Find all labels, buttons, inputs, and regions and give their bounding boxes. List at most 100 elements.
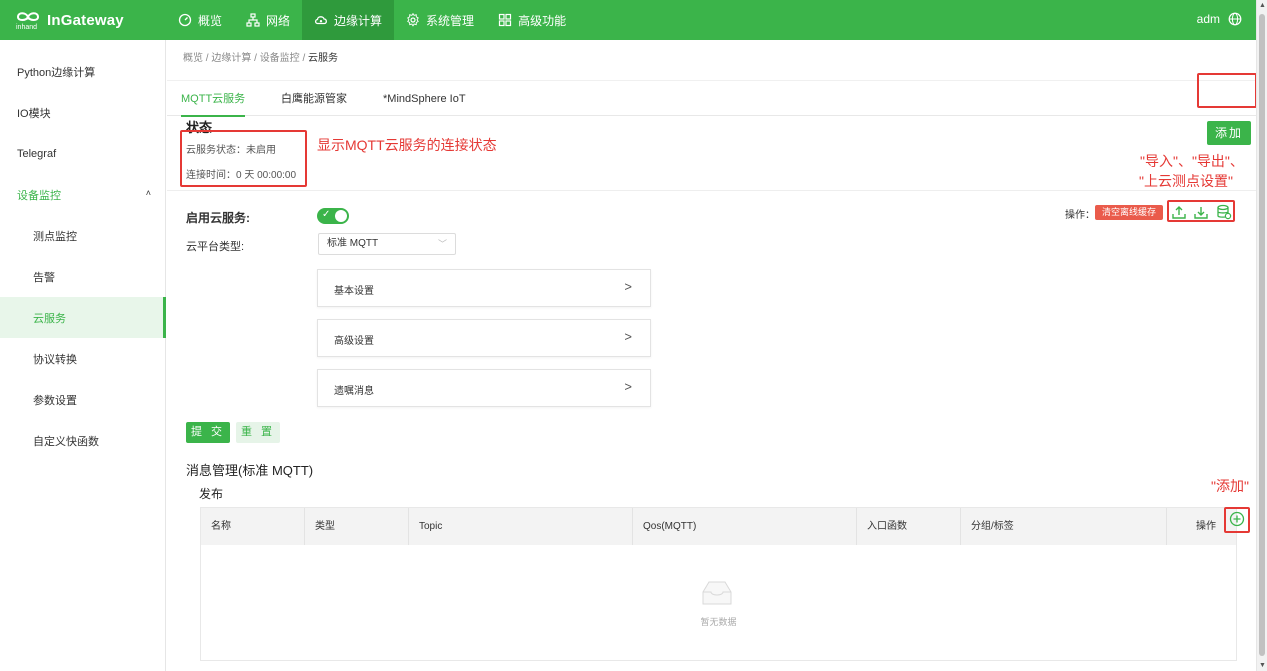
nav-network-label: 网络: [266, 13, 291, 28]
sidebar-item-label: 告警: [33, 271, 55, 284]
sidebar-item-label: 自定义快函数: [33, 435, 99, 448]
top-nav: 概览 网络 边缘计算 系统管理 高级功能: [166, 0, 578, 40]
reset-button[interactable]: 重 置: [236, 422, 280, 443]
enable-label: 启用云服务:: [186, 211, 250, 225]
panel-title: 基本设置: [334, 286, 374, 297]
breadcrumb-item[interactable]: 设备监控: [260, 53, 300, 64]
column-header: 名称: [201, 508, 305, 545]
chevron-up-icon: ˄: [145, 188, 151, 198]
top-bar: inhand InGateway 概览 网络 边缘计算 系统管理 高级功能 ad…: [0, 0, 1256, 40]
platform-label: 云平台类型:: [186, 241, 245, 253]
clear-cache-button[interactable]: 清空离线缓存: [1095, 205, 1163, 220]
scroll-down-icon[interactable]: ▼: [1259, 662, 1266, 669]
gear-icon: [407, 13, 419, 27]
inhand-logo-icon: inhand: [16, 12, 40, 31]
divider: [167, 190, 1256, 191]
sidebar-item-params[interactable]: 参数设置: [0, 379, 165, 420]
sidebar-item-label: 测点监控: [33, 230, 77, 243]
svg-text:inhand: inhand: [16, 24, 37, 31]
annotation-ops-note-1: "导入"、"导出"、: [1140, 153, 1244, 169]
service-tabs: MQTT云服务 白鹰能源管家 *MindSphere IoT 添加: [167, 80, 1256, 145]
dashboard-icon: [178, 13, 192, 27]
chevron-down-icon: ﹀: [437, 239, 447, 249]
enable-toggle[interactable]: [317, 208, 349, 224]
tab-mindsphere[interactable]: *MindSphere IoT: [383, 81, 466, 117]
globe-icon[interactable]: [1228, 12, 1242, 26]
panel-advanced[interactable]: 高级设置 >: [317, 319, 651, 357]
publish-title: 发布: [199, 487, 224, 501]
annotation-ops-note-2: "上云测点设置": [1139, 173, 1233, 189]
message-management-title: 消息管理(标准 MQTT): [186, 463, 314, 478]
tab-mqtt[interactable]: MQTT云服务: [181, 81, 246, 117]
platform-select[interactable]: 标准 MQTT ﹀: [318, 233, 456, 255]
sidebar-item-point-monitor[interactable]: 测点监控: [0, 215, 165, 256]
column-header: Qos(MQTT): [633, 508, 857, 545]
nav-overview-label: 概览: [198, 13, 223, 28]
grid-icon: [498, 13, 512, 27]
column-header: 入口函数: [857, 508, 961, 545]
empty-box-icon: [702, 581, 732, 605]
annotation-box-plus: [1224, 507, 1250, 533]
nav-overview[interactable]: 概览: [166, 0, 234, 40]
nav-system[interactable]: 系统管理: [394, 0, 486, 40]
sidebar-item-io[interactable]: IO模块: [0, 92, 165, 133]
logo[interactable]: inhand InGateway: [15, 9, 124, 32]
column-header: 类型: [305, 508, 409, 545]
publish-table: 名称 类型 Topic Qos(MQTT) 入口函数 分组/标签 操作 暂无数据: [200, 507, 1237, 661]
sidebar-item-protocol[interactable]: 协议转换: [0, 338, 165, 379]
sidebar-item-label: 协议转换: [33, 353, 77, 366]
cloud-icon: [315, 16, 327, 25]
sidebar-item-cloud-service[interactable]: 云服务: [0, 297, 166, 338]
sidebar-item-label: 云服务: [33, 312, 66, 325]
annotation-status-note: 显示MQTT云服务的连接状态: [317, 137, 497, 153]
sidebar-item-label: 参数设置: [33, 394, 77, 407]
nav-advanced[interactable]: 高级功能: [486, 0, 578, 40]
tab-baiying[interactable]: 白鹰能源管家: [281, 81, 347, 117]
sidebar-item-label: Python边缘计算: [17, 66, 96, 79]
sidebar-item-python[interactable]: Python边缘计算: [0, 51, 165, 92]
panel-will[interactable]: 遗嘱消息 >: [317, 369, 651, 407]
annotation-add-note: "添加": [1211, 478, 1249, 494]
table-header: 名称 类型 Topic Qos(MQTT) 入口函数 分组/标签 操作: [201, 508, 1236, 545]
sidebar: Python边缘计算 IO模块 Telegraf 设备监控 ˄ 测点监控 告警 云…: [0, 40, 166, 671]
sidebar-item-custom-func[interactable]: 自定义快函数: [0, 420, 165, 461]
sidebar-group-device-monitor[interactable]: 设备监控 ˄: [0, 174, 165, 215]
chevron-right-icon: >: [624, 329, 632, 344]
sidebar-item-label: IO模块: [17, 107, 51, 120]
scroll-up-icon[interactable]: ▲: [1259, 2, 1266, 9]
add-button[interactable]: 添加: [1207, 121, 1251, 145]
panel-basic[interactable]: 基本设置 >: [317, 269, 651, 307]
sidebar-item-telegraf[interactable]: Telegraf: [0, 133, 165, 174]
platform-value: 标准 MQTT: [327, 238, 379, 249]
nav-edge-computing[interactable]: 边缘计算: [302, 0, 395, 40]
annotation-box-ops: [1167, 200, 1235, 222]
nav-network[interactable]: 网络: [234, 0, 302, 40]
annotation-box-add: [1197, 73, 1257, 108]
column-header: 分组/标签: [961, 508, 1167, 545]
network-icon: [246, 13, 260, 27]
sidebar-item-label: 设备监控: [17, 189, 61, 202]
breadcrumb: 概览 / 边缘计算 / 设备监控 / 云服务: [183, 49, 338, 64]
scrollbar-thumb[interactable]: [1259, 14, 1265, 656]
breadcrumb-separator: /: [299, 53, 309, 64]
panel-title: 遗嘱消息: [334, 386, 374, 397]
submit-button[interactable]: 提 交: [186, 422, 230, 443]
operations-label: 操作：: [1065, 210, 1095, 221]
breadcrumb-item[interactable]: 边缘计算: [211, 53, 251, 64]
scrollbar[interactable]: ▲ ▼: [1256, 0, 1267, 671]
sidebar-item-alarm[interactable]: 告警: [0, 256, 165, 297]
nav-edge-computing-label: 边缘计算: [334, 13, 383, 28]
panel-title: 高级设置: [334, 336, 374, 347]
user-menu[interactable]: adm: [1197, 12, 1220, 26]
nav-system-label: 系统管理: [426, 13, 475, 28]
breadcrumb-current: 云服务: [308, 53, 339, 64]
nav-advanced-label: 高级功能: [518, 13, 567, 28]
chevron-right-icon: >: [624, 279, 632, 294]
sidebar-item-label: Telegraf: [17, 147, 57, 160]
brand-name: InGateway: [47, 11, 124, 29]
breadcrumb-separator: /: [251, 53, 260, 64]
annotation-box-status: [180, 130, 307, 187]
breadcrumb-item[interactable]: 概览: [183, 53, 203, 64]
chevron-right-icon: >: [624, 379, 632, 394]
column-header: Topic: [409, 508, 633, 545]
